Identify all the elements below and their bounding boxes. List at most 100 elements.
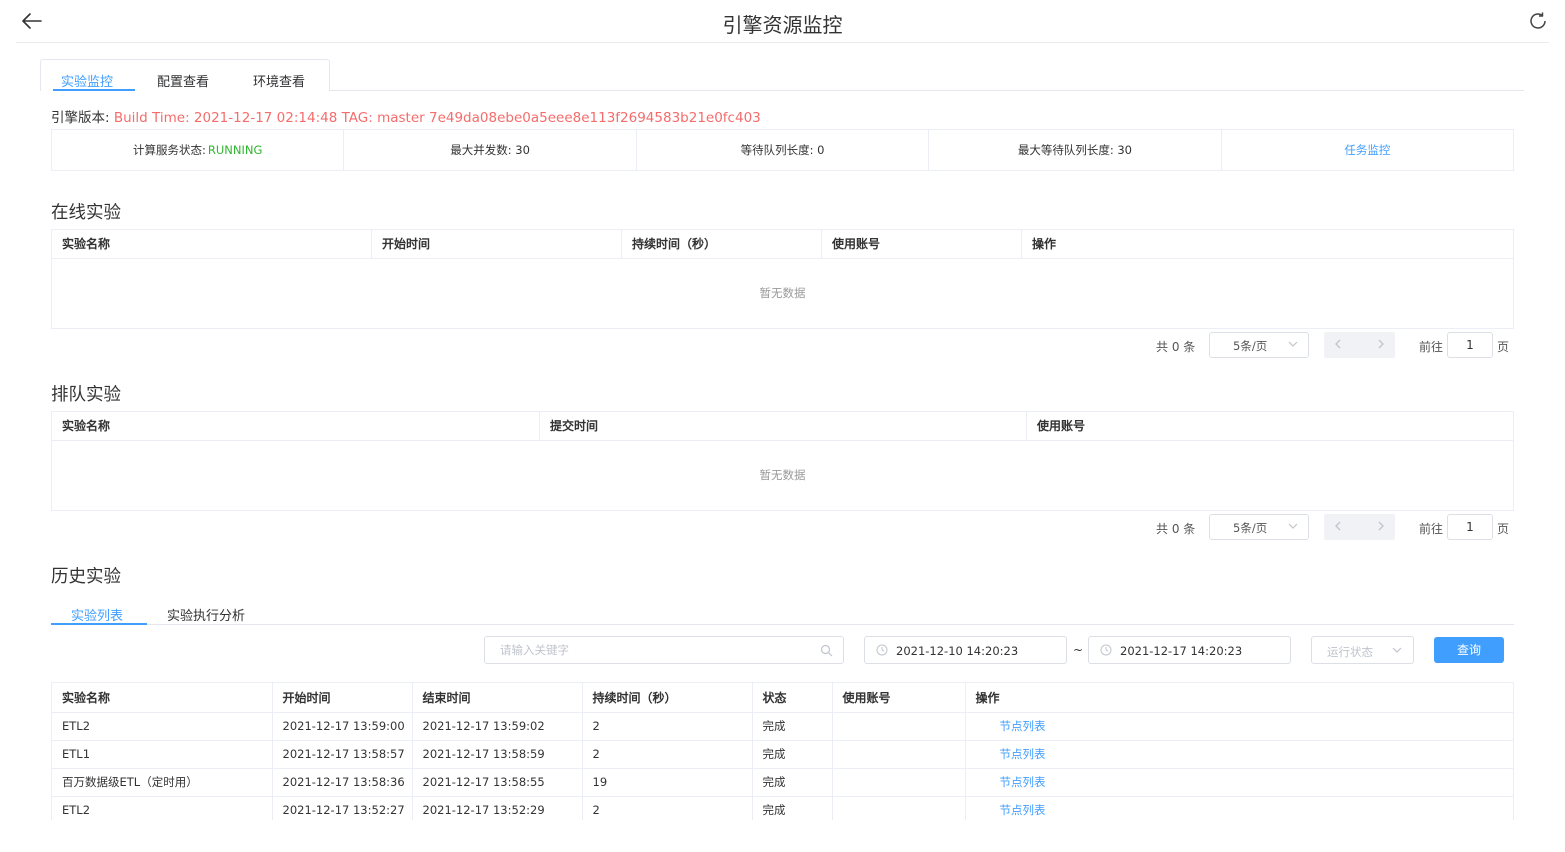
duration: 2 [582,712,753,741]
chevron-left-icon[interactable] [1331,519,1345,533]
action-cell: 节点列表 [965,796,1513,820]
page-size-value: 5条/页 [1233,521,1268,535]
table-row: ETL2 2021-12-17 13:59:00 2021-12-17 13:5… [52,712,1513,741]
keyword-search [484,636,844,664]
run-status-select[interactable]: 运行状态 [1311,636,1414,664]
column-header[interactable]: 使用账号 [822,230,1022,259]
start-date-value: 2021-12-10 14:20:23 [896,644,1019,658]
tab-experiment-monitor[interactable]: 实验监控 [61,71,113,90]
start-time: 2021-12-17 13:52:27 [272,796,413,820]
online-table-header: 实验名称 开始时间 持续时间（秒） 使用账号 操作 [52,230,1513,259]
column-header[interactable]: 使用账号 [832,683,966,713]
clock-icon [876,644,888,656]
table-row: ETL1 2021-12-17 13:58:57 2021-12-17 13:5… [52,740,1513,769]
column-header[interactable]: 实验名称 [52,230,372,259]
online-section-title: 在线实验 [51,203,121,223]
end-time: 2021-12-17 13:58:55 [412,768,583,797]
queued-pagination: 共 0 条 5条/页 前往 页 [1100,514,1514,540]
column-header[interactable]: 操作 [1022,230,1513,259]
queued-section-title: 排队实验 [51,385,121,405]
page-unit: 页 [1497,522,1510,536]
search-input[interactable] [485,637,815,663]
duration: 19 [582,768,753,797]
node-list-link[interactable]: 节点列表 [1000,719,1046,733]
end-date-value: 2021-12-17 14:20:23 [1120,644,1243,658]
status: 完成 [752,740,833,769]
account [832,740,966,769]
account [832,796,966,820]
node-list-link[interactable]: 节点列表 [1000,775,1046,789]
page-number-input[interactable] [1447,332,1493,358]
query-button[interactable]: 查询 [1434,637,1504,663]
page-size-select[interactable]: 5条/页 [1209,514,1309,540]
search-icon[interactable] [820,644,833,657]
action-cell: 节点列表 [965,768,1513,797]
max-concurrency: 最大并发数: 30 [344,130,637,170]
tab-config-view[interactable]: 配置查看 [157,71,209,90]
tab-execution-analysis[interactable]: 实验执行分析 [167,605,245,624]
engine-version-label: 引擎版本: [51,110,110,126]
empty-state: 暂无数据 [759,468,806,482]
tab-experiment-list[interactable]: 实验列表 [71,605,123,624]
column-header[interactable]: 操作 [965,683,1513,713]
column-header[interactable]: 状态 [752,683,833,713]
tab-environment-view[interactable]: 环境查看 [253,71,305,90]
empty-state: 暂无数据 [759,286,806,300]
service-status-label: 计算服务状态: [133,143,206,157]
column-header[interactable]: 持续时间（秒） [622,230,822,259]
end-time: 2021-12-17 13:59:02 [412,712,583,741]
start-date-picker[interactable]: 2021-12-10 14:20:23 [864,636,1067,664]
column-header[interactable]: 结束时间 [412,683,583,713]
chevron-right-icon[interactable] [1374,337,1388,351]
table-row: ETL2 2021-12-17 13:52:27 2021-12-17 13:5… [52,796,1513,820]
goto-label: 前往 [1419,522,1444,536]
chevron-left-icon[interactable] [1331,337,1345,351]
online-table: 实验名称 开始时间 持续时间（秒） 使用账号 操作 暂无数据 [51,229,1514,329]
top-bar: 引擎资源监控 [16,0,1549,43]
service-status: 计算服务状态: RUNNING [52,130,345,170]
refresh-icon[interactable] [1527,10,1549,32]
column-header[interactable]: 持续时间（秒） [582,683,753,713]
clock-icon [1100,644,1112,656]
task-monitor-cell: 任务监控 [1222,130,1513,170]
column-header[interactable]: 实验名称 [52,412,540,441]
action-cell: 节点列表 [965,740,1513,769]
chevron-right-icon[interactable] [1374,519,1388,533]
task-monitor-link[interactable]: 任务监控 [1344,142,1390,158]
account [832,712,966,741]
action-cell: 节点列表 [965,712,1513,741]
column-header[interactable]: 实验名称 [52,683,273,713]
start-time: 2021-12-17 13:58:57 [272,740,413,769]
run-status-placeholder: 运行状态 [1327,645,1373,659]
page-size-value: 5条/页 [1233,339,1268,353]
page-size-select[interactable]: 5条/页 [1209,332,1309,358]
history-table-header: 实验名称 开始时间 结束时间 持续时间（秒） 状态 使用账号 操作 [52,683,1513,713]
engine-version: 引擎版本: Build Time: 2021-12-17 02:14:48 TA… [51,106,761,126]
page-nav [1324,332,1395,358]
column-header[interactable]: 提交时间 [540,412,1027,441]
column-header[interactable]: 开始时间 [272,683,413,713]
main-tabs-box: 实验监控 配置查看 环境查看 [40,59,330,91]
page-number-input[interactable] [1447,514,1493,540]
column-header[interactable]: 开始时间 [372,230,622,259]
service-status-value: RUNNING [207,143,263,157]
page-unit: 页 [1497,340,1510,354]
column-header[interactable]: 使用账号 [1027,412,1513,441]
duration: 2 [582,740,753,769]
goto-label: 前往 [1419,340,1444,354]
chevron-down-icon [1392,647,1402,653]
total-count: 共 0 条 [1156,340,1196,354]
end-date-picker[interactable]: 2021-12-17 14:20:23 [1088,636,1291,664]
node-list-link[interactable]: 节点列表 [1000,747,1046,761]
max-wait-queue-length: 最大等待队列长度: 30 [929,130,1222,170]
experiment-name: ETL2 [52,796,273,820]
engine-version-value: Build Time: 2021-12-17 02:14:48 TAG: mas… [113,110,761,126]
experiment-name: ETL2 [52,712,273,741]
engine-stats: 计算服务状态: RUNNING 最大并发数: 30 等待队列长度: 0 最大等待… [51,129,1514,171]
experiment-name: ETL1 [52,740,273,769]
status: 完成 [752,768,833,797]
status: 完成 [752,712,833,741]
start-time: 2021-12-17 13:58:36 [272,768,413,797]
online-pagination: 共 0 条 5条/页 前往 页 [1100,332,1514,358]
node-list-link[interactable]: 节点列表 [1000,803,1046,817]
